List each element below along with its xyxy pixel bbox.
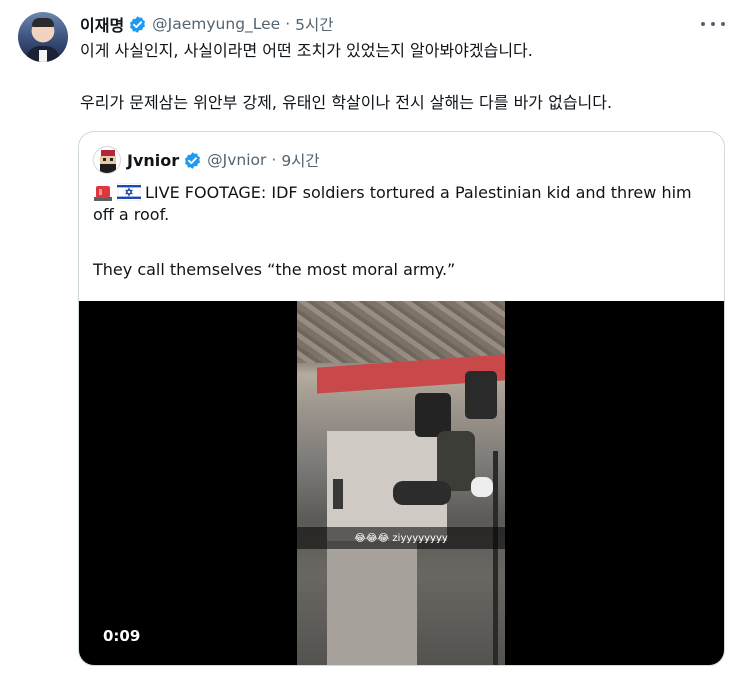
avatar-pixel bbox=[100, 164, 116, 173]
scene-rubble bbox=[297, 301, 505, 363]
quoted-author-avatar[interactable] bbox=[93, 146, 121, 174]
quoted-tweet-header: Jvnior @Jvnior · 9시간 bbox=[93, 146, 320, 174]
video-frame: 😂😂😂 ziyyyyyyyy bbox=[297, 301, 505, 665]
video-player[interactable]: 😂😂😂 ziyyyyyyyy 0:09 bbox=[79, 301, 724, 665]
tweet-time[interactable]: 5시간 bbox=[295, 13, 333, 35]
avatar-pixel bbox=[110, 158, 113, 161]
separator-dot: · bbox=[271, 151, 277, 169]
quoted-tweet-text: LIVE FOOTAGE: IDF soldiers tortured a Pa… bbox=[93, 183, 692, 224]
scene-window bbox=[333, 479, 343, 509]
israel-flag-emoji-icon bbox=[117, 183, 141, 201]
quoted-tweet-time[interactable]: 9시간 bbox=[281, 149, 319, 171]
more-dot bbox=[721, 22, 725, 26]
tweet-text-line-2: 우리가 문제삼는 위안부 강제, 유태인 학살이나 전시 살해는 다를 바가 없… bbox=[80, 93, 613, 112]
video-duration: 0:09 bbox=[103, 627, 141, 645]
scene-object bbox=[471, 477, 493, 497]
separator-dot: · bbox=[285, 15, 291, 33]
quoted-tweet-text-line-2: They call themselves “the most moral arm… bbox=[93, 260, 456, 279]
tweet-header: 이재명 @Jaemyung_Lee · 5시간 bbox=[80, 13, 334, 35]
verified-badge-icon bbox=[185, 151, 201, 169]
verified-badge-icon bbox=[130, 15, 146, 33]
quoted-tweet[interactable]: Jvnior @Jvnior · 9시간 LIVE FOOTAGE: IDF s… bbox=[78, 131, 725, 666]
more-dot bbox=[701, 22, 705, 26]
tweet-text-line-1: 이게 사실인지, 사실이라면 어떤 조치가 있었는지 알아봐야겠습니다. bbox=[80, 41, 533, 60]
avatar-pixel bbox=[103, 158, 106, 161]
scene-building bbox=[327, 541, 417, 665]
scene-water-tank bbox=[465, 371, 497, 419]
tweet-card[interactable]: 이재명 @Jaemyung_Lee · 5시간 이게 사실인지, 사실이라면 어… bbox=[0, 0, 747, 675]
siren-emoji-icon bbox=[94, 186, 112, 201]
video-caption: 😂😂😂 ziyyyyyyyy bbox=[297, 527, 505, 549]
author-name[interactable]: 이재명 bbox=[80, 12, 124, 36]
author-avatar[interactable] bbox=[18, 12, 68, 62]
author-handle[interactable]: @Jaemyung_Lee bbox=[152, 15, 280, 33]
quoted-tweet-text-line-1: LIVE FOOTAGE: IDF soldiers tortured a Pa… bbox=[93, 182, 713, 226]
avatar-hair bbox=[32, 18, 54, 27]
more-horizontal-icon[interactable] bbox=[701, 14, 725, 34]
scene-pole bbox=[493, 451, 498, 665]
avatar-shirt bbox=[39, 50, 47, 62]
scene-figure bbox=[393, 481, 451, 505]
quoted-author-handle[interactable]: @Jvnior bbox=[207, 151, 266, 169]
more-dot bbox=[711, 22, 715, 26]
quoted-author-name[interactable]: Jvnior bbox=[127, 151, 179, 170]
